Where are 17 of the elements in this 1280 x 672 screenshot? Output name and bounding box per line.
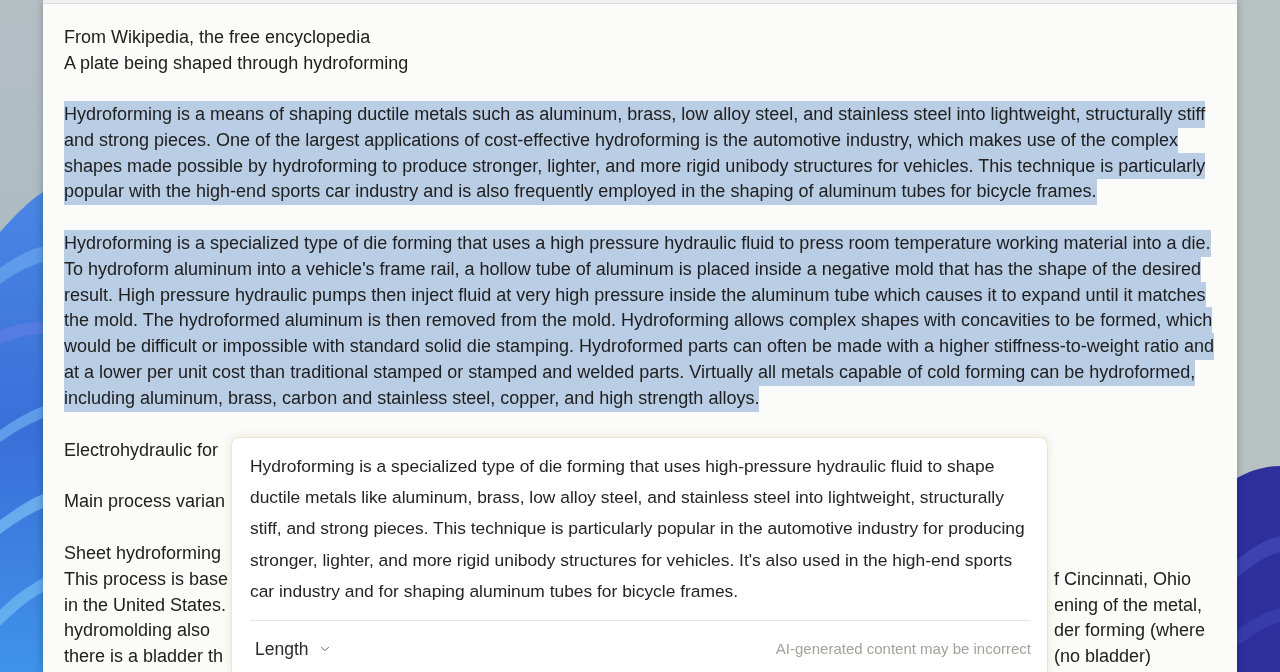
text-line: A plate being shaped through hydroforming [64, 52, 409, 73]
text-fragment: f Cincinnati, Ohio [1054, 567, 1192, 591]
text-fragment: Main process varian [64, 491, 226, 512]
text-fragment: there is a bladder th [64, 646, 224, 667]
length-dropdown[interactable]: Length [250, 635, 337, 664]
text-fragment: Sheet hydroforming [64, 542, 222, 563]
text-fragment: This process is base [64, 568, 229, 589]
text-line: From Wikipedia, the free encyclopedia [64, 27, 371, 47]
text-fragment: Electrohydraulic for [64, 439, 219, 460]
text-fragment: (no bladder) [1054, 645, 1152, 669]
text-fragment: der forming (where [1054, 619, 1206, 643]
text-fragment: ening of the metal, [1054, 593, 1203, 617]
text-fragment: in the United States. [64, 594, 227, 615]
text-fragment: hydromolding also [64, 620, 211, 641]
summary-text: Hydroforming is a specialized type of die forming that uses high-pressure hydraulic fluid to shape ductile metals like aluminum, brass, low alloy steel, and stainless steel into lightweight, structurally stiff, and strong pieces. This technique is particularly popular in the automotive industry for producing stronger, lighter, and more rigid unibody structures for vehicles. It's also used in the high-end sports car industry and for shaping aluminum tubes for bicycle frames. [250, 455, 1026, 603]
paragraph-text: Hydroforming is a specialized type of die forming that uses a high pressure hydraulic fluid to press room temperature working material into a die. To hydroform aluminum into a vehicle's frame rail, a hollow tube of aluminum is placed inside a negative mold that has the shape of the desired result. High pressure hydraulic pumps then inject fluid at very high pressure inside the aluminum tube which causes it to expand until it matches the mold. The hydroformed aluminum is then removed from the mold. Hydroforming allows complex shapes with concavities to be formed, which would be difficult or impossible with standard solid die stamping. Hydroformed parts can often be made with a higher stiffness-to-weight ratio and at a lower per unit cost than traditional stamped or stamped and welded parts. Virtually all metals capable of cold forming can be hydroformed, including aluminum, brass, carbon and stainless steel, copper, and high strength alloys. [64, 231, 1217, 412]
disclaimer-text: AI-generated content may be incorrect [775, 638, 1031, 659]
